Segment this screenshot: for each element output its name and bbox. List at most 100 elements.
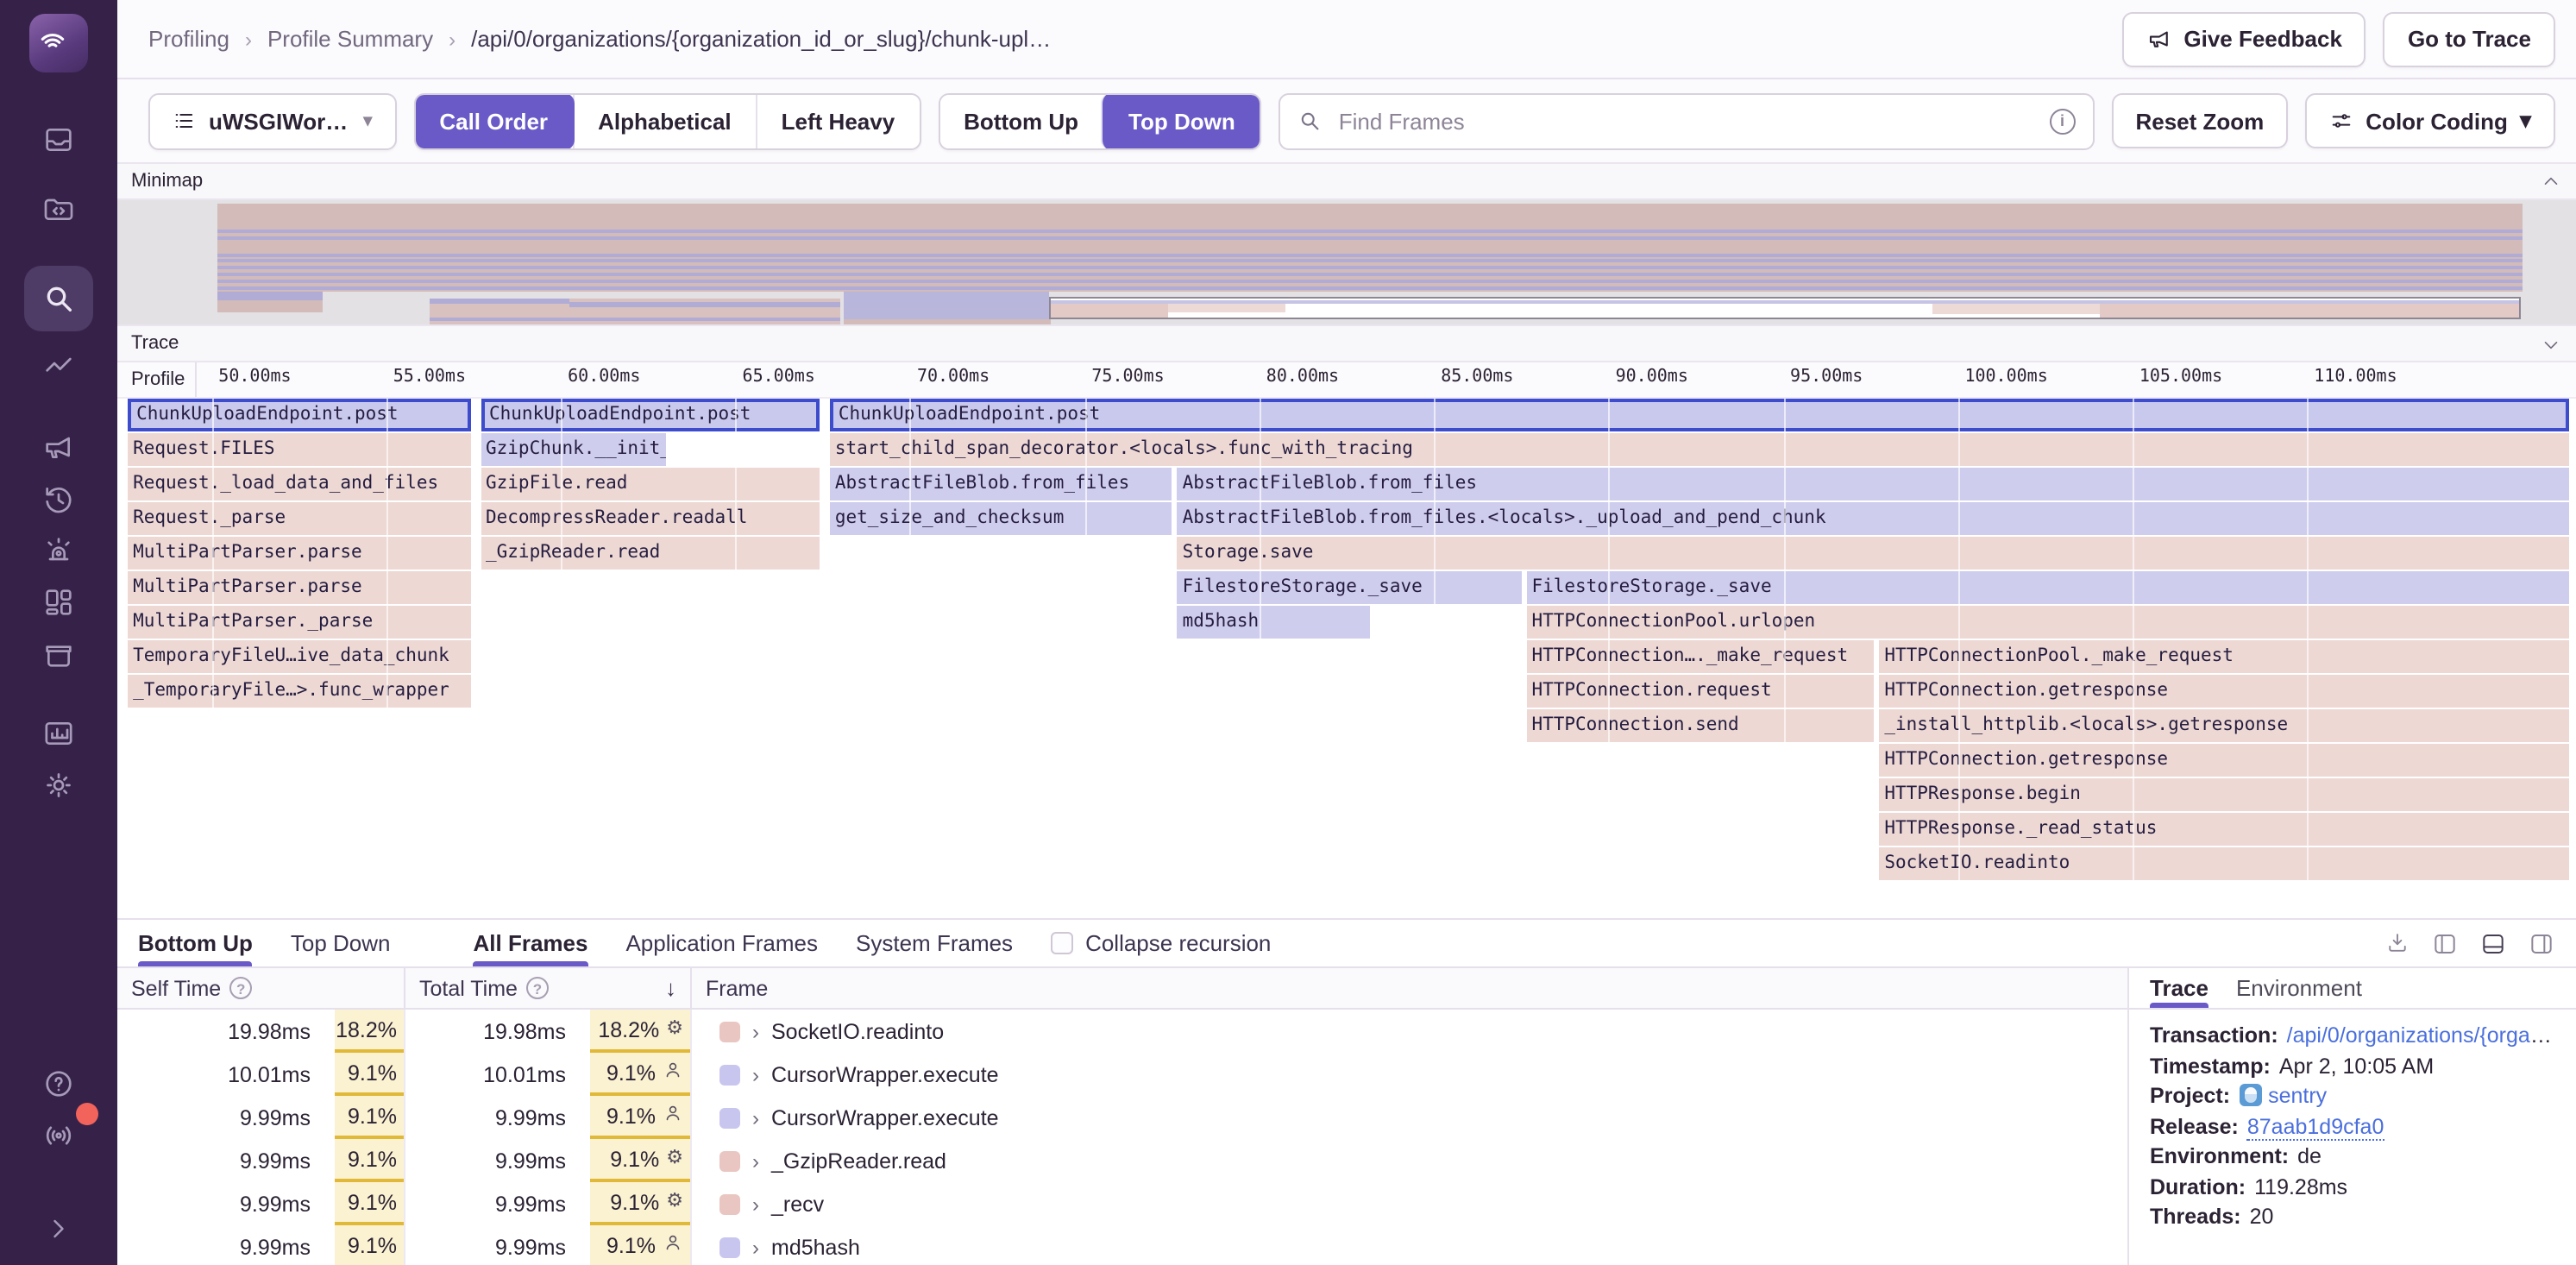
expand-chevron-icon[interactable]: ›: [752, 1019, 759, 1043]
flame-block[interactable]: Request.FILES: [128, 433, 472, 466]
flame-block[interactable]: _TemporaryFile…>.func_wrapper: [128, 675, 472, 708]
flame-block[interactable]: FilestoreStorage._save: [1178, 571, 1522, 604]
tab-system-frames[interactable]: System Frames: [856, 920, 1013, 966]
flame-block[interactable]: HTTPResponse.begin: [1879, 778, 2569, 811]
give-feedback-button[interactable]: Give Feedback: [2121, 11, 2366, 66]
explore-icon[interactable]: [29, 183, 88, 235]
collapse-recursion-toggle[interactable]: Collapse recursion: [1051, 920, 1271, 966]
flame-block[interactable]: HTTPConnectionPool._make_request: [1879, 640, 2569, 673]
layout-bottom-icon[interactable]: [2479, 929, 2507, 957]
frame-table-row[interactable]: 9.99ms9.1%9.99ms9.1%⚙›_GzipReader.read: [117, 1139, 2127, 1182]
frame-table-row[interactable]: 9.99ms9.1%9.99ms9.1%⚙›_recv: [117, 1182, 2127, 1225]
flame-block[interactable]: AbstractFileBlob.from_files.<locals>._up…: [1178, 502, 2569, 535]
expand-chevron-icon[interactable]: ›: [752, 1235, 759, 1259]
flame-block[interactable]: AbstractFileBlob.from_files: [830, 468, 1172, 500]
flame-block[interactable]: HTTPConnection.request: [1526, 675, 1874, 708]
metrics-icon[interactable]: [29, 342, 88, 393]
releases-icon[interactable]: [29, 628, 88, 680]
thread-selector[interactable]: uWSGIWor… ▾: [148, 92, 396, 149]
find-frames-input[interactable]: [1335, 106, 2036, 135]
tab-all-frames[interactable]: All Frames: [474, 920, 588, 966]
total-time-column-header[interactable]: Total Time? ↓: [405, 968, 692, 1008]
question-icon[interactable]: ?: [229, 977, 252, 999]
minimap[interactable]: [117, 200, 2576, 324]
question-icon[interactable]: ?: [526, 977, 549, 999]
search-icon[interactable]: [24, 266, 93, 331]
layout-left-icon[interactable]: [2431, 929, 2459, 957]
expand-chevron-icon[interactable]: ›: [752, 1149, 759, 1173]
collapse-recursion-checkbox[interactable]: [1051, 932, 1073, 954]
download-icon[interactable]: [2384, 930, 2410, 956]
color-coding-button[interactable]: Color Coding ▾: [2305, 93, 2555, 148]
flame-block[interactable]: Storage.save: [1178, 537, 2569, 570]
transaction-link[interactable]: /api/0/organizations/{organ…: [2287, 1023, 2555, 1048]
sort-descending-icon[interactable]: ↓: [665, 975, 676, 1001]
frame-table-row[interactable]: 19.98ms18.2%19.98ms18.2%⚙›SocketIO.readi…: [117, 1010, 2127, 1053]
expand-chevron-icon[interactable]: ›: [752, 1105, 759, 1130]
release-link[interactable]: 87aab1d9cfa0: [2247, 1114, 2384, 1140]
flame-block[interactable]: ChunkUploadEndpoint.post: [128, 399, 472, 431]
reset-zoom-button[interactable]: Reset Zoom: [2111, 93, 2288, 148]
issues-icon[interactable]: [29, 114, 88, 166]
whats-new-broadcast-icon[interactable]: [29, 1110, 88, 1161]
flame-block[interactable]: _install_httplib.<locals>.getresponse: [1879, 709, 2569, 742]
self-time-column-header[interactable]: Self Time?: [117, 968, 405, 1008]
flame-block[interactable]: GzipChunk.__init__: [481, 433, 666, 466]
details-tab-trace[interactable]: Trace: [2150, 968, 2208, 1008]
frame-table-row[interactable]: 9.99ms9.1%9.99ms9.1%›md5hash: [117, 1225, 2127, 1265]
collapse-minimap-icon[interactable]: [2540, 170, 2562, 192]
alerts-siren-icon[interactable]: [29, 525, 88, 576]
sentry-logo[interactable]: [29, 14, 88, 72]
frame-table-row[interactable]: 10.01ms9.1%10.01ms9.1%›CursorWrapper.exe…: [117, 1053, 2127, 1096]
collapse-trace-icon[interactable]: [2540, 332, 2562, 355]
flame-block[interactable]: _GzipReader.read: [481, 537, 820, 570]
tab-bottom-up[interactable]: Bottom Up: [138, 920, 253, 966]
flame-block[interactable]: Request._parse: [128, 502, 472, 535]
direction-option-top-down[interactable]: Top Down: [1101, 92, 1261, 149]
flame-block[interactable]: FilestoreStorage._save: [1526, 571, 2568, 604]
replays-icon[interactable]: [29, 473, 88, 525]
tab-application-frames[interactable]: Application Frames: [625, 920, 818, 966]
flame-block[interactable]: get_size_and_checksum: [830, 502, 1172, 535]
sort-option-alphabetical[interactable]: Alphabetical: [572, 94, 756, 148]
flame-block[interactable]: SocketIO.readinto: [1879, 847, 2569, 880]
flame-graph[interactable]: ChunkUploadEndpoint.post ChunkUploadEndpo…: [117, 399, 2576, 918]
breadcrumb-profiling[interactable]: Profiling: [148, 26, 229, 52]
stats-icon[interactable]: [29, 708, 88, 759]
layout-right-icon[interactable]: [2528, 929, 2555, 957]
flame-block[interactable]: Request._load_data_and_files: [128, 468, 472, 500]
flame-block[interactable]: HTTPResponse._read_status: [1879, 813, 2569, 846]
flame-block[interactable]: MultiPartParser._parse: [128, 606, 472, 639]
flame-block[interactable]: start_child_span_decorator.<locals>.func…: [830, 433, 2569, 466]
flame-block[interactable]: AbstractFileBlob.from_files: [1178, 468, 2569, 500]
help-icon[interactable]: [29, 1058, 88, 1110]
flame-block[interactable]: HTTPConnection…._make_request: [1526, 640, 1874, 673]
search-info-icon[interactable]: i: [2049, 108, 2075, 134]
tab-top-down[interactable]: Top Down: [291, 920, 391, 966]
flame-block[interactable]: MultiPartParser.parse: [128, 537, 472, 570]
flame-block[interactable]: GzipFile.read: [481, 468, 820, 500]
sidebar-expand-icon[interactable]: [29, 1203, 88, 1255]
flame-block[interactable]: DecompressReader.readall: [481, 502, 820, 535]
frame-column-header[interactable]: Frame: [692, 968, 2127, 1008]
flame-block[interactable]: HTTPConnection.getresponse: [1879, 744, 2569, 777]
flame-block[interactable]: ChunkUploadEndpoint.post: [481, 399, 820, 431]
go-to-trace-button[interactable]: Go to Trace: [2384, 11, 2555, 66]
sort-option-left-heavy[interactable]: Left Heavy: [756, 94, 920, 148]
find-frames-search[interactable]: i: [1279, 92, 2095, 149]
dashboards-icon[interactable]: [29, 576, 88, 628]
breadcrumb-profile-summary[interactable]: Profile Summary: [267, 26, 433, 52]
settings-gear-icon[interactable]: [29, 759, 88, 811]
flame-block[interactable]: HTTPConnection.send: [1526, 709, 1874, 742]
flame-block[interactable]: TemporaryFileU…ive_data_chunk: [128, 640, 472, 673]
expand-chevron-icon[interactable]: ›: [752, 1062, 759, 1086]
flame-block[interactable]: ChunkUploadEndpoint.post: [830, 399, 2569, 431]
feedback-megaphone-icon[interactable]: [29, 421, 88, 473]
flame-block[interactable]: HTTPConnectionPool.urlopen: [1526, 606, 2568, 639]
frame-table-row[interactable]: 9.99ms9.1%9.99ms9.1%›CursorWrapper.execu…: [117, 1096, 2127, 1139]
flame-block[interactable]: MultiPartParser.parse: [128, 571, 472, 604]
sort-option-call-order[interactable]: Call Order: [413, 92, 574, 149]
project-link[interactable]: sentry: [2268, 1084, 2327, 1108]
flame-block[interactable]: md5hash: [1178, 606, 1370, 639]
flame-block[interactable]: HTTPConnection.getresponse: [1879, 675, 2569, 708]
